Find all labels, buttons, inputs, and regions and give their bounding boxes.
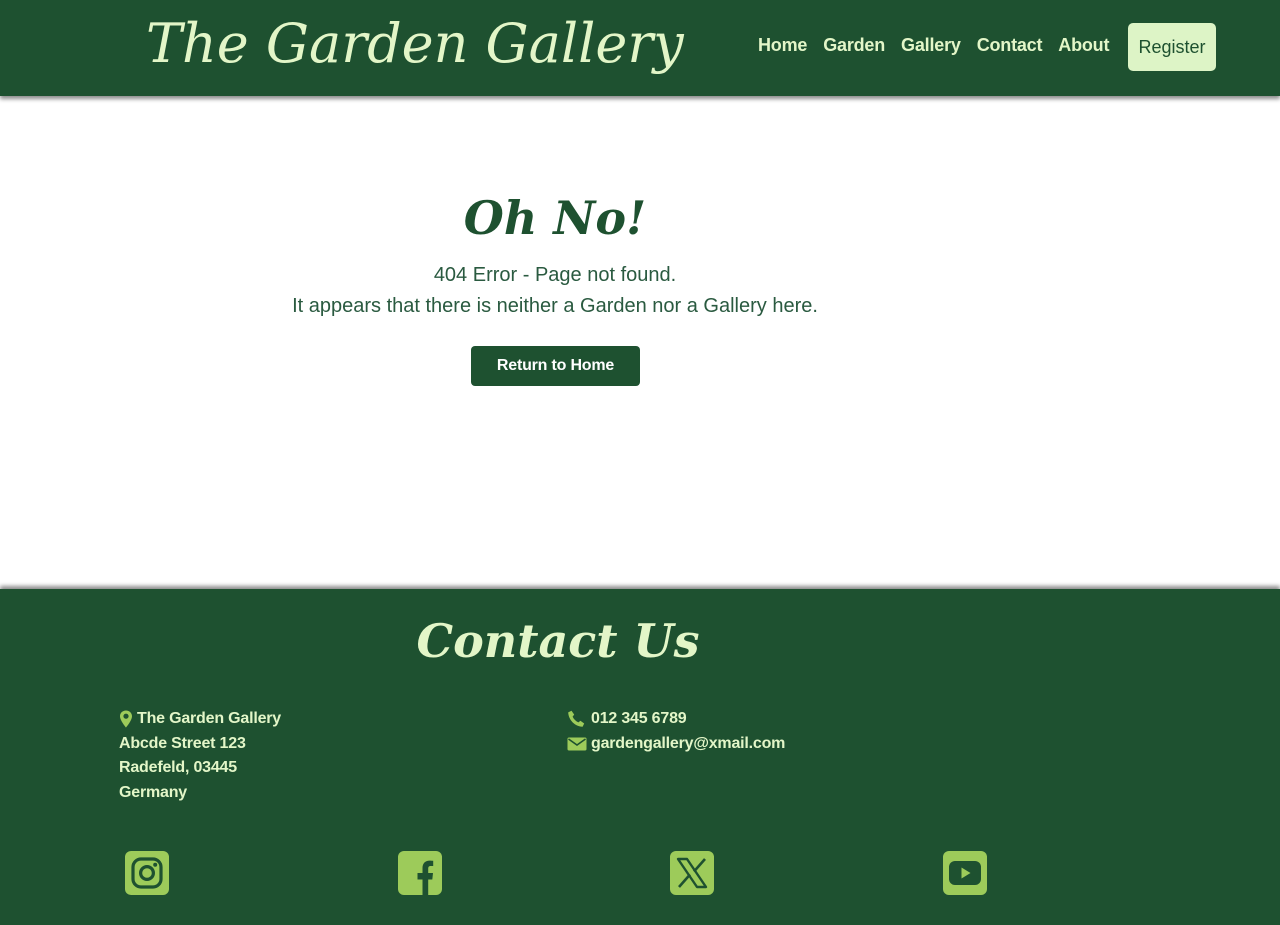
x-twitter-icon[interactable]	[670, 851, 714, 895]
main-nav: Home Garden Gallery Contact About	[758, 33, 1109, 57]
nav-link-home[interactable]: Home	[758, 33, 807, 57]
phone-icon	[567, 710, 587, 728]
phone-line: 012 345 6789	[567, 707, 785, 732]
email-text[interactable]: gardengallery@xmail.com	[591, 732, 785, 757]
facebook-icon[interactable]	[398, 851, 442, 895]
address-name-text: The Garden Gallery	[137, 710, 282, 727]
nav-link-contact[interactable]: Contact	[977, 33, 1043, 57]
address-line-country: Germany	[119, 783, 187, 801]
nav-link-gallery[interactable]: Gallery	[901, 33, 961, 57]
error-description-text: It appears that there is neither a Garde…	[292, 295, 818, 317]
envelope-icon	[567, 735, 587, 753]
map-pin-icon	[119, 710, 139, 728]
instagram-icon[interactable]	[125, 851, 169, 895]
contact-details: 012 345 6789 gardengallery@xmail.com	[567, 707, 785, 756]
error-section: Oh No! 404 Error - Page not found. It ap…	[0, 96, 1280, 589]
nav-link-about[interactable]: About	[1058, 33, 1109, 57]
address-block: The Garden Gallery Abcde Street 123 Rade…	[119, 707, 281, 805]
error-heading: Oh No!	[463, 191, 647, 245]
return-home-button[interactable]: Return to Home	[471, 346, 640, 386]
youtube-icon[interactable]	[943, 851, 987, 895]
error-code-text: 404 Error - Page not found.	[433, 264, 677, 286]
site-logo[interactable]: The Garden Gallery	[146, 6, 684, 82]
address-line-name: The Garden Gallery	[119, 707, 281, 732]
address-line-street: Abcde Street 123	[119, 734, 246, 752]
address-line-city: Radefeld, 03445	[119, 759, 237, 776]
site-header: The Garden Gallery Home Garden Gallery C…	[0, 0, 1280, 96]
nav-link-garden[interactable]: Garden	[823, 33, 885, 57]
site-footer: Contact Us The Garden Gallery Abcde Stre…	[0, 589, 1280, 925]
contact-heading: Contact Us	[416, 614, 700, 668]
phone-text[interactable]: 012 345 6789	[591, 707, 687, 732]
email-line: gardengallery@xmail.com	[567, 732, 785, 757]
register-button[interactable]: Register	[1128, 23, 1216, 71]
